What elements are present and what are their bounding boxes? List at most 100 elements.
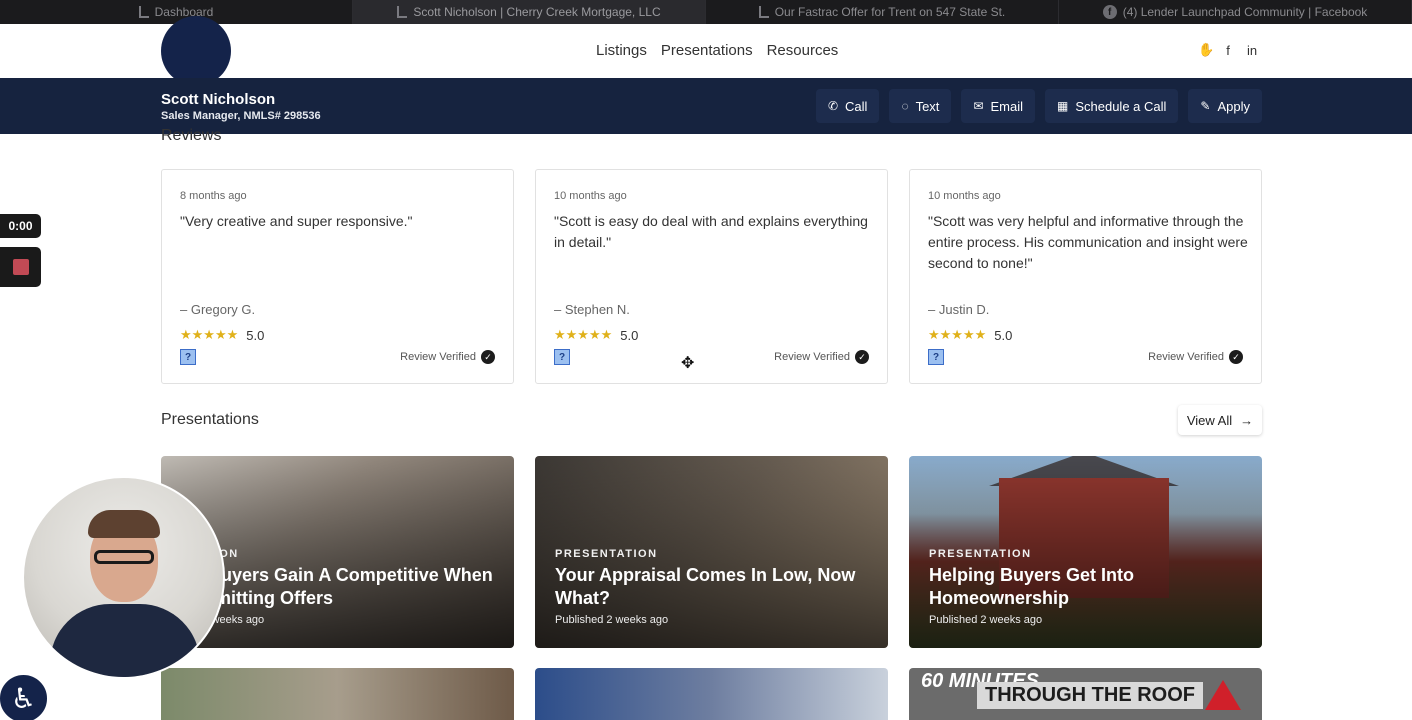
page-favicon-icon xyxy=(138,6,149,18)
review-rating: ★★★★★ 5.0 xyxy=(554,327,638,343)
recording-timer: 0:00 xyxy=(0,214,41,238)
presentation-card[interactable] xyxy=(161,668,514,720)
agent-title: Sales Manager, NMLS# 298536 xyxy=(161,110,321,122)
nav-link-presentations[interactable]: Presentations xyxy=(661,42,753,59)
move-cursor-icon: ✥ xyxy=(681,355,695,372)
browser-tab-facebook[interactable]: f (4) Lender Launchpad Community | Faceb… xyxy=(1059,0,1412,24)
thumbnail-headline: THROUGH THE ROOF xyxy=(977,682,1203,709)
top-navigation: Listings Presentations Resources ✋ f in xyxy=(0,16,1412,86)
review-author: – Gregory G. xyxy=(180,302,256,317)
brand-logo[interactable] xyxy=(161,16,231,86)
review-source-icon[interactable]: ? xyxy=(554,349,570,365)
card-kicker: PRESENTATION xyxy=(555,548,658,560)
page-favicon-icon xyxy=(758,6,769,18)
review-time: 10 months ago xyxy=(554,190,627,202)
review-source-icon[interactable]: ? xyxy=(928,349,944,365)
linkedin-icon[interactable]: in xyxy=(1246,43,1258,58)
verified-label: Review Verified xyxy=(774,351,850,363)
review-card: 10 months ago "Scott is easy do deal wit… xyxy=(535,169,888,384)
arrow-up-icon xyxy=(1205,680,1241,710)
chat-bubble-icon: ◌ xyxy=(901,99,909,113)
envelope-icon: ✉ xyxy=(973,99,984,113)
review-quote: "Scott was very helpful and informative … xyxy=(928,213,1248,271)
card-title: Helping Buyers Get Into Homeownership xyxy=(929,565,1135,608)
rating-value: 5.0 xyxy=(620,327,639,343)
presentation-card[interactable]: PRESENTATION Your Appraisal Comes In Low… xyxy=(535,456,888,648)
page-favicon-icon xyxy=(397,6,408,18)
check-circle-icon: ✓ xyxy=(1229,350,1243,364)
pencil-icon: ✎ xyxy=(1200,99,1211,113)
review-verified: Review Verified ✓ xyxy=(1148,350,1243,364)
call-button[interactable]: ✆ Call xyxy=(815,89,880,123)
accessibility-button[interactable]: ♿ xyxy=(0,672,50,720)
card-published: Published 2 weeks ago xyxy=(929,614,1043,626)
presentation-card[interactable] xyxy=(535,668,888,720)
review-author: – Justin D. xyxy=(928,302,990,317)
button-label: Text xyxy=(915,98,940,114)
review-rating: ★★★★★ 5.0 xyxy=(180,327,264,343)
presentation-card[interactable]: 60 MINUTES THROUGH THE ROOF xyxy=(909,668,1262,720)
phone-icon: ✆ xyxy=(827,99,839,113)
agent-name: Scott Nicholson xyxy=(161,91,276,108)
stop-recording-button[interactable] xyxy=(0,247,41,287)
button-label: Apply xyxy=(1217,98,1250,114)
text-button[interactable]: ◌ Text xyxy=(889,89,952,123)
review-rating: ★★★★★ 5.0 xyxy=(928,327,1012,343)
rating-value: 5.0 xyxy=(246,327,265,343)
tab-title: Our Fastrac Offer for Trent on 547 State… xyxy=(774,5,1006,19)
contact-actions: ✆ Call ◌ Text ✉ Email ▦ Schedule a Call … xyxy=(815,89,1262,123)
email-button[interactable]: ✉ Email xyxy=(961,89,1035,123)
review-quote: "Scott is easy do deal with and explains… xyxy=(554,213,868,250)
button-label: Email xyxy=(990,98,1023,114)
nav-link-resources[interactable]: Resources xyxy=(767,42,839,59)
verified-label: Review Verified xyxy=(400,351,476,363)
star-rating-icon: ★★★★★ xyxy=(928,327,987,342)
button-label: Schedule a Call xyxy=(1075,98,1167,114)
presenter-image xyxy=(88,510,160,538)
star-rating-icon: ★★★★★ xyxy=(180,327,239,342)
button-label: Call xyxy=(845,98,868,114)
review-card: 8 months ago "Very creative and super re… xyxy=(161,169,514,384)
review-time: 8 months ago xyxy=(180,190,247,202)
card-kicker: PRESENTATION xyxy=(929,548,1032,560)
presenter-image xyxy=(50,604,200,677)
verified-label: Review Verified xyxy=(1148,351,1224,363)
accessibility-icon: ♿ xyxy=(10,683,37,714)
reviews-heading: Reviews xyxy=(161,127,222,144)
review-verified: Review Verified ✓ xyxy=(774,350,869,364)
review-verified: Review Verified ✓ xyxy=(400,350,495,364)
presentation-card[interactable]: PRESENTATION Helping Buyers Get Into Hom… xyxy=(909,456,1262,648)
button-label: View All xyxy=(1186,412,1233,428)
review-time: 10 months ago xyxy=(928,190,1001,202)
nav-link-listings[interactable]: Listings xyxy=(596,42,647,59)
review-author: – Stephen N. xyxy=(554,302,630,317)
star-rating-icon: ★★★★★ xyxy=(554,327,613,342)
review-card: 10 months ago "Scott was very helpful an… xyxy=(909,169,1262,384)
card-title: ng Buyers Gain A Competitive When Submit… xyxy=(181,565,493,608)
rating-value: 5.0 xyxy=(994,327,1013,343)
check-circle-icon: ✓ xyxy=(481,350,495,364)
facebook-icon[interactable]: f xyxy=(1222,43,1234,58)
card-published: Published 2 weeks ago xyxy=(555,614,669,626)
view-all-button[interactable]: View All → xyxy=(1178,405,1262,435)
hand-icon[interactable]: ✋ xyxy=(1198,42,1214,58)
presenter-image xyxy=(94,550,154,564)
arrow-right-icon: → xyxy=(1240,412,1254,428)
calendar-icon: ▦ xyxy=(1057,99,1069,113)
check-circle-icon: ✓ xyxy=(855,350,869,364)
tab-title: Scott Nicholson | Cherry Creek Mortgage,… xyxy=(413,5,661,19)
review-quote: "Very creative and super responsive." xyxy=(180,213,413,229)
schedule-call-button[interactable]: ▦ Schedule a Call xyxy=(1045,89,1179,123)
card-title: Your Appraisal Comes In Low, Now What? xyxy=(555,565,856,608)
stop-icon xyxy=(12,259,29,275)
presentations-heading: Presentations xyxy=(161,411,259,428)
webcam-bubble[interactable] xyxy=(22,476,225,679)
agent-contact-bar: Scott Nicholson Sales Manager, NMLS# 298… xyxy=(0,78,1412,134)
apply-button[interactable]: ✎ Apply xyxy=(1188,89,1262,123)
social-links: ✋ f in xyxy=(1198,42,1258,58)
browser-tab-fastrac-offer[interactable]: Our Fastrac Offer for Trent on 547 State… xyxy=(706,0,1059,24)
main-nav-links: Listings Presentations Resources xyxy=(596,42,838,59)
review-source-icon[interactable]: ? xyxy=(180,349,196,365)
tab-title: (4) Lender Launchpad Community | Faceboo… xyxy=(1122,5,1368,19)
browser-tab-scott-nicholson[interactable]: Scott Nicholson | Cherry Creek Mortgage,… xyxy=(353,0,706,24)
